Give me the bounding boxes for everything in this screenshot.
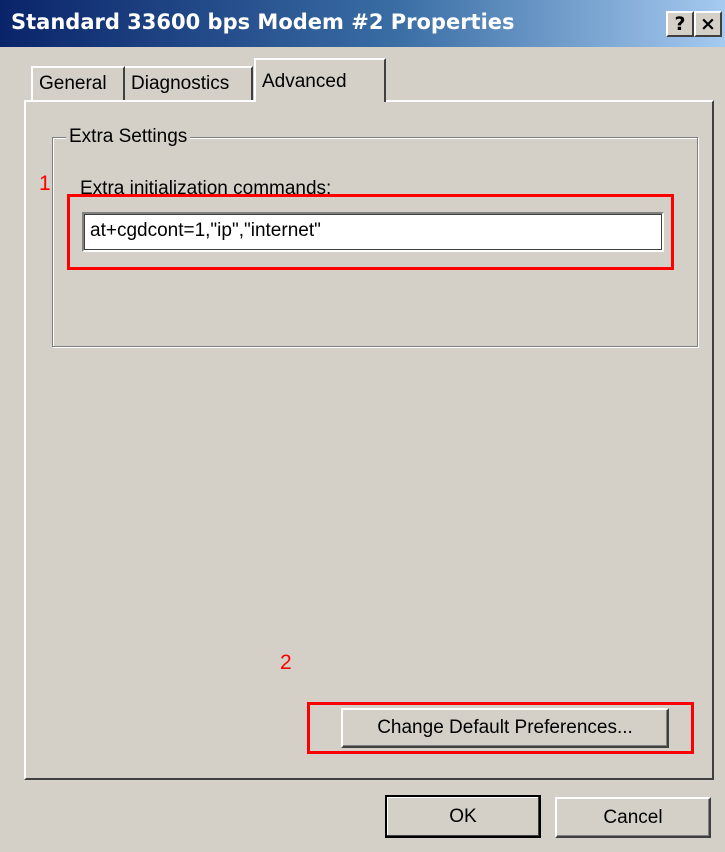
close-button[interactable]: × (694, 11, 722, 37)
tab-advanced[interactable]: Advanced (254, 58, 386, 102)
annotation-number-1: 1 (39, 172, 51, 195)
cancel-button[interactable]: Cancel (555, 797, 711, 838)
annotation-box-1 (67, 194, 674, 270)
extra-settings-label: Extra Settings (66, 126, 191, 148)
annotation-box-2 (307, 702, 694, 754)
title-bar: Standard 33600 bps Modem #2 Properties ?… (0, 0, 725, 47)
help-button[interactable]: ? (666, 11, 694, 37)
window-title: Standard 33600 bps Modem #2 Properties (11, 10, 515, 34)
ok-button[interactable]: OK (385, 795, 541, 838)
tab-general[interactable]: General (31, 66, 125, 100)
annotation-number-2: 2 (280, 651, 292, 674)
tab-diagnostics[interactable]: Diagnostics (125, 66, 253, 100)
